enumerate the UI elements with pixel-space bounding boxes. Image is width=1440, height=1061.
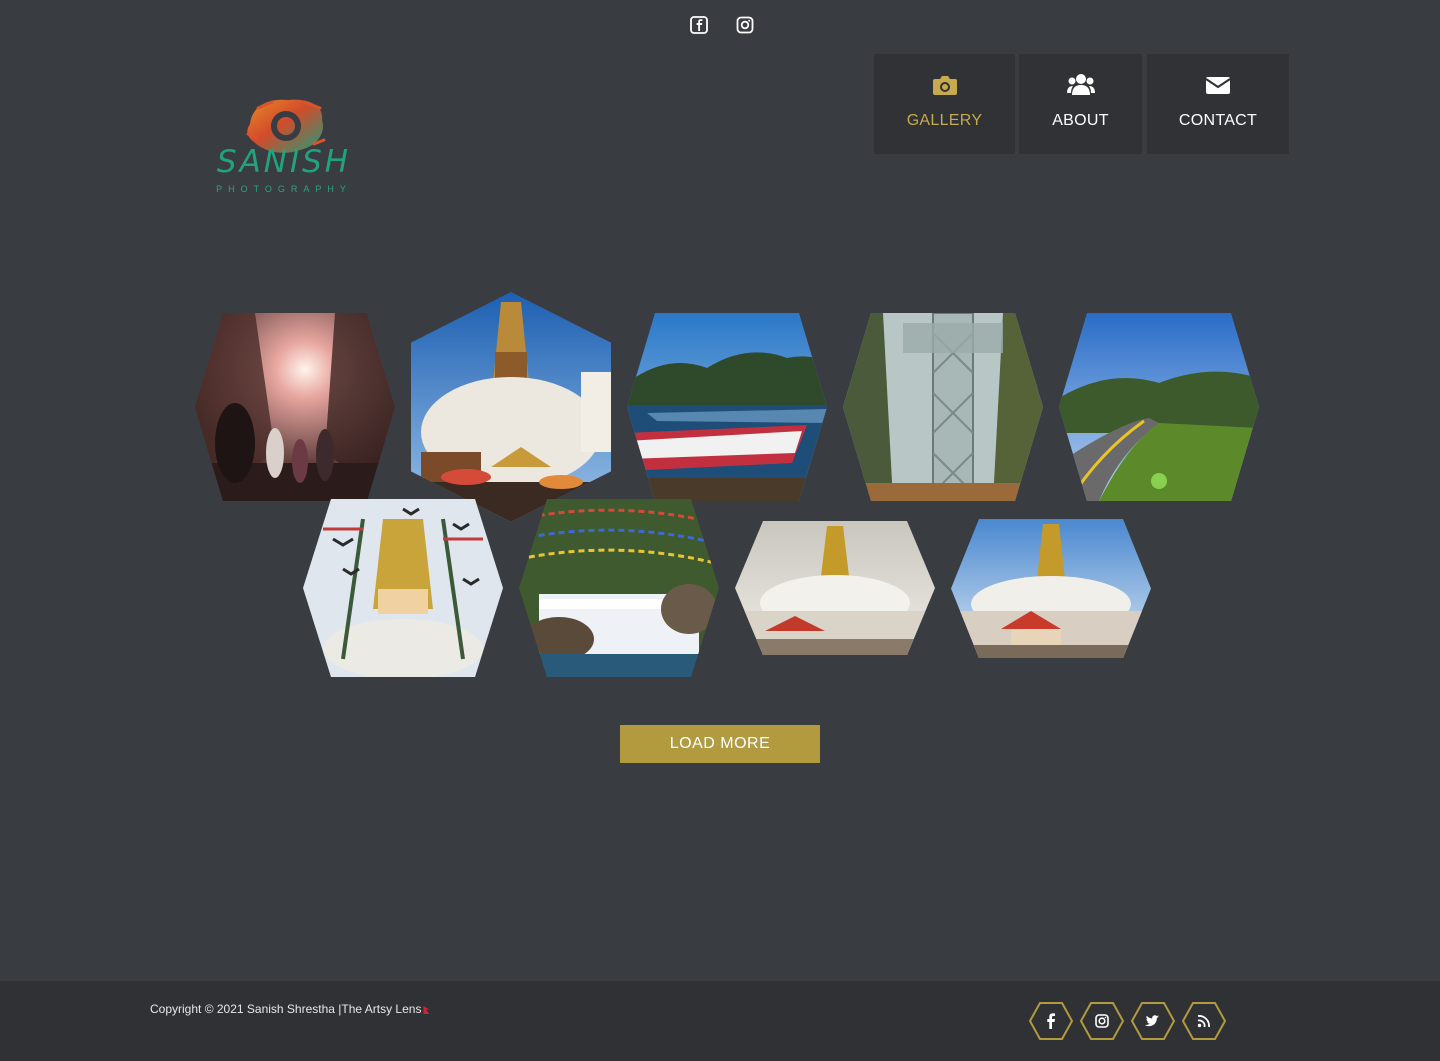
camera-icon xyxy=(932,72,958,98)
footer-rss-link[interactable] xyxy=(1181,1001,1227,1041)
nav-contact[interactable]: CONTACT xyxy=(1147,54,1289,154)
facebook-icon xyxy=(1047,1013,1055,1029)
nepal-flag-icon xyxy=(423,1006,430,1014)
load-more-button[interactable]: LOAD MORE xyxy=(620,725,820,763)
photo-cable-car[interactable] xyxy=(843,313,1043,501)
copyright-text: Copyright © 2021 Sanish Shrestha |The Ar… xyxy=(150,1002,430,1016)
top-social-links xyxy=(690,16,754,38)
photo-swayambhu-stupa[interactable] xyxy=(411,292,611,522)
photo-waterfall-flags[interactable] xyxy=(519,499,719,677)
twitter-icon xyxy=(1144,1015,1159,1027)
nav-about[interactable]: ABOUT xyxy=(1019,54,1142,154)
users-icon xyxy=(1066,72,1095,98)
photo-stupa-pigeons[interactable] xyxy=(303,499,503,677)
copyright-label: Copyright © 2021 Sanish Shrestha |The Ar… xyxy=(150,1002,422,1016)
nav-contact-label: CONTACT xyxy=(1178,112,1258,129)
instagram-icon[interactable] xyxy=(736,16,754,34)
photo-mountain-road[interactable] xyxy=(1059,313,1259,501)
rss-icon xyxy=(1197,1015,1210,1028)
site-logo[interactable]: SANISH PHOTOGRAPHY xyxy=(204,92,364,202)
photo-sunlit-street[interactable] xyxy=(195,313,395,501)
logo-word: SANISH xyxy=(216,144,352,180)
photo-lake-boat[interactable] xyxy=(627,313,827,501)
photo-boudha-stupa-1[interactable] xyxy=(735,521,935,655)
facebook-square-icon[interactable] xyxy=(690,16,708,34)
footer-facebook-link[interactable] xyxy=(1028,1001,1074,1041)
nav-gallery[interactable]: GALLERY xyxy=(874,54,1015,154)
envelope-icon xyxy=(1206,72,1230,98)
logo-subtitle: PHOTOGRAPHY xyxy=(216,184,352,194)
instagram-icon xyxy=(1095,1014,1109,1028)
nav-about-label: ABOUT xyxy=(1052,112,1109,129)
nav-gallery-label: GALLERY xyxy=(906,112,983,129)
footer-twitter-link[interactable] xyxy=(1130,1001,1176,1041)
photo-boudha-stupa-2[interactable] xyxy=(951,519,1151,658)
footer-instagram-link[interactable] xyxy=(1079,1001,1125,1041)
